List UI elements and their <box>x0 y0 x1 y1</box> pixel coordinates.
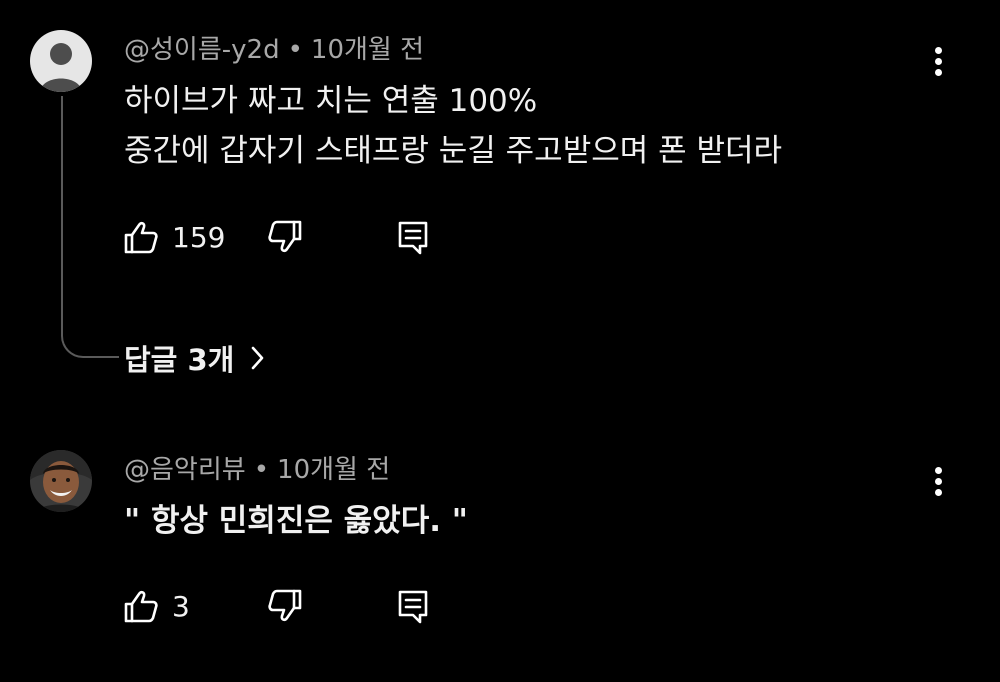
more-vertical-icon <box>935 467 942 474</box>
comment-text: 하이브가 짜고 치는 연출 100% 중간에 갑자기 스태프랑 눈길 주고받으며… <box>124 76 782 176</box>
dislike-button[interactable] <box>264 581 306 631</box>
like-count: 3 <box>172 589 190 623</box>
comment-text: " 항상 민희진은 옳았다. " <box>124 496 468 546</box>
comment-meta: @음악리뷰 • 10개월 전 <box>124 454 390 486</box>
user-avatar[interactable] <box>30 450 92 512</box>
comment-menu-button[interactable] <box>926 42 952 82</box>
comment-timestamp[interactable]: 10개월 전 <box>311 35 424 65</box>
reply-thread-line <box>61 96 119 358</box>
like-button[interactable]: 159 <box>120 212 225 262</box>
reply-comment-icon <box>398 221 428 255</box>
reply-comment-icon <box>398 590 428 624</box>
replies-count-label: 답글 3개 <box>124 343 235 377</box>
reply-button[interactable] <box>392 212 434 262</box>
like-count: 159 <box>172 220 226 254</box>
more-vertical-icon <box>935 47 942 54</box>
like-button[interactable]: 3 <box>120 581 190 631</box>
reply-button[interactable] <box>392 581 434 631</box>
thumbs-up-icon <box>124 590 158 623</box>
comment-username[interactable]: @음악리뷰 <box>124 455 246 485</box>
comment-timestamp[interactable]: 10개월 전 <box>277 455 390 485</box>
default-avatar[interactable] <box>30 30 92 92</box>
thumbs-down-icon <box>268 220 302 253</box>
meta-separator: • <box>253 455 270 485</box>
dislike-button[interactable] <box>264 212 306 262</box>
thumbs-down-icon <box>268 589 302 622</box>
comment-meta: @성이름-y2d • 10개월 전 <box>124 34 424 66</box>
comment-text-line: 중간에 갑자기 스태프랑 눈길 주고받으며 폰 받더라 <box>124 133 783 169</box>
chevron-right-icon <box>252 346 264 370</box>
default-avatar-icon <box>30 30 92 92</box>
comment-username[interactable]: @성이름-y2d <box>124 35 280 65</box>
comment-text-line: " 항상 민희진은 옳았다. " <box>124 503 468 539</box>
view-replies-button[interactable]: 답글 3개 <box>124 336 266 380</box>
comment-menu-button[interactable] <box>926 462 952 502</box>
avatar-photo-icon <box>30 450 92 512</box>
comment-text-line: 하이브가 짜고 치는 연출 100% <box>124 83 538 119</box>
thumbs-up-icon <box>124 221 158 254</box>
meta-separator: • <box>287 35 303 65</box>
